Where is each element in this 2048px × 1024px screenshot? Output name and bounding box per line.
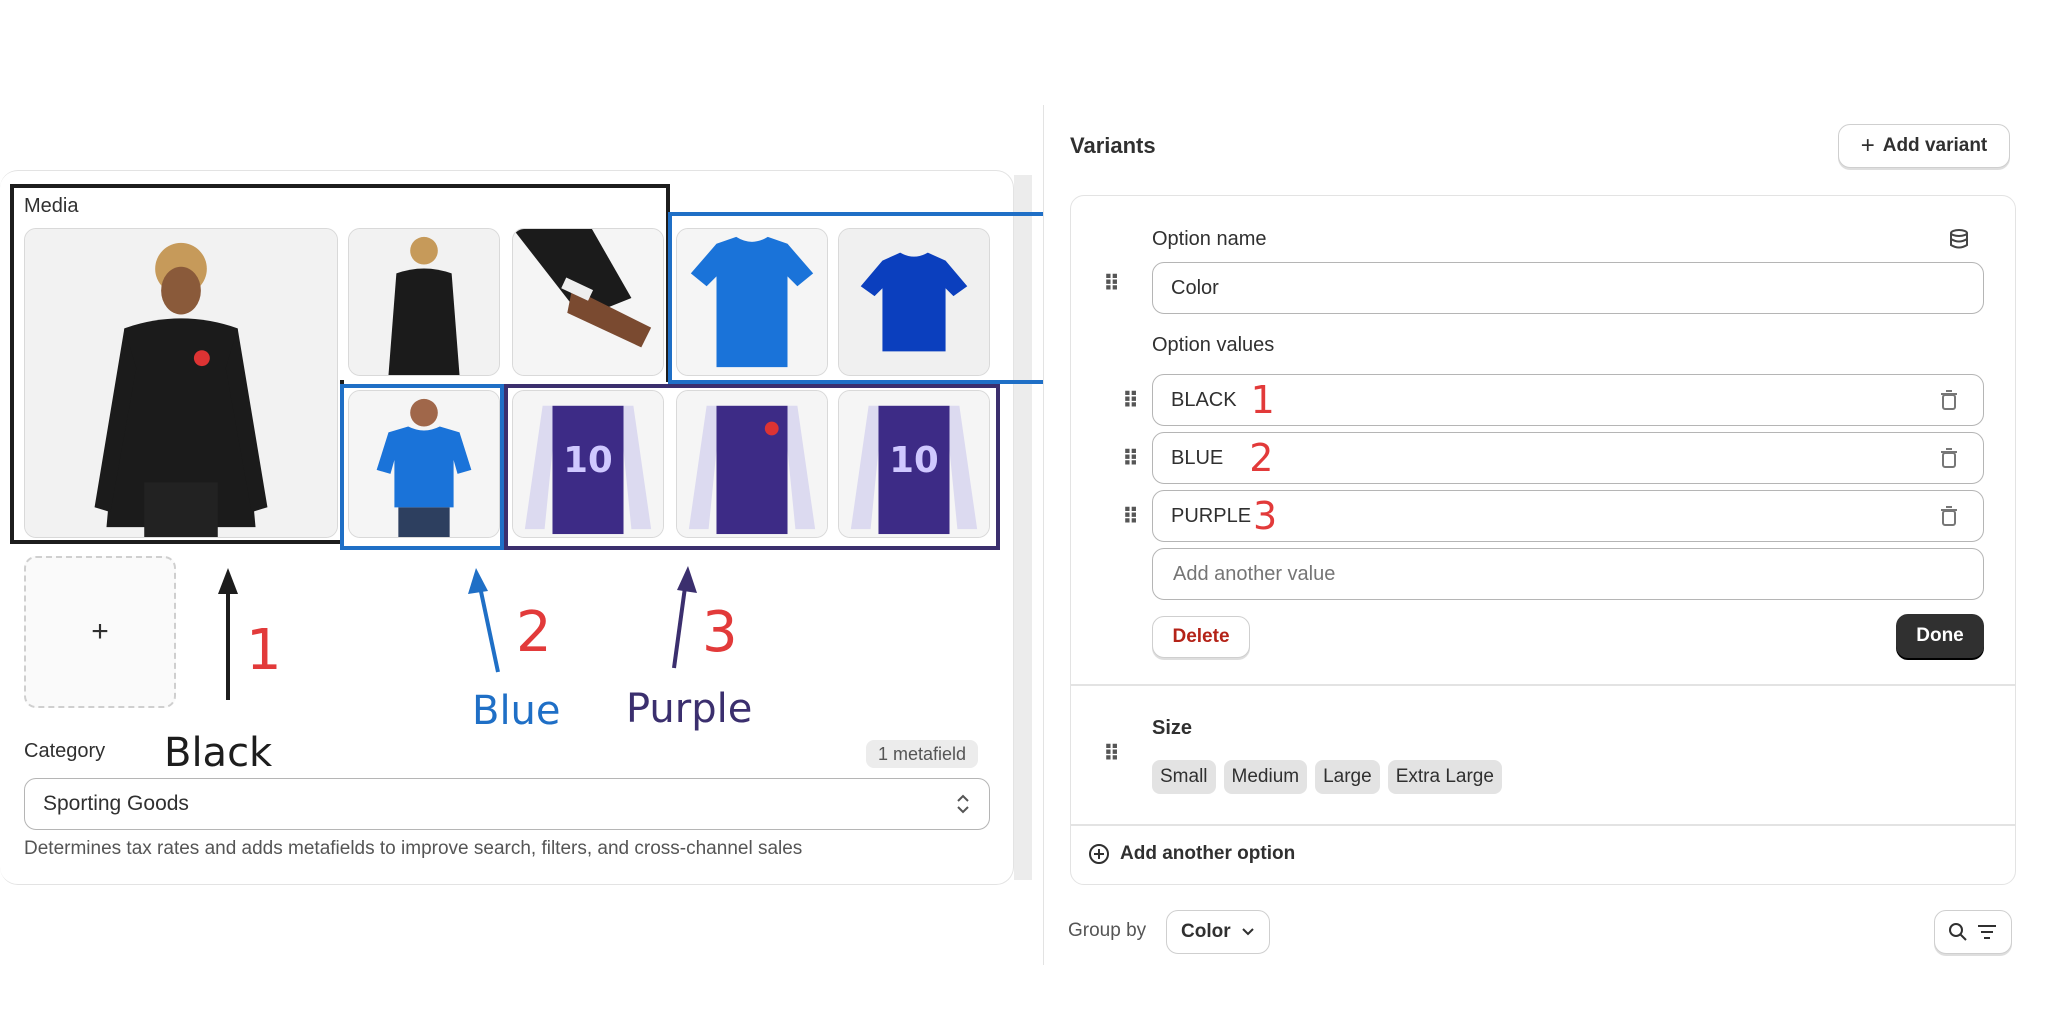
chevron-down-icon xyxy=(1241,928,1254,936)
option-name-value: Color xyxy=(1171,276,1219,299)
size-chip: Medium xyxy=(1223,760,1308,794)
option-value-text: BLUE xyxy=(1171,446,1224,469)
arrow-purple xyxy=(672,579,688,669)
divider xyxy=(1071,824,2015,826)
annotation-frame-blue xyxy=(340,384,504,550)
group-by-label: Group by xyxy=(1068,920,1147,941)
annotation-number-2: 2 xyxy=(516,600,552,665)
annotation-number-3: 3 xyxy=(1253,494,1278,538)
annotation-frame-blue-right xyxy=(668,212,1048,384)
add-value-input[interactable] xyxy=(1152,548,1984,600)
category-label: Category xyxy=(24,740,106,762)
option-value-text: BLACK xyxy=(1171,388,1237,411)
done-button[interactable]: Done xyxy=(1896,614,1984,658)
annotation-label-black: Black xyxy=(164,730,273,776)
option-values-label: Option values xyxy=(1152,334,1275,356)
chevron-updown-icon xyxy=(957,794,969,814)
category-help-text: Determines tax rates and adds metafields… xyxy=(24,838,803,859)
trash-icon[interactable] xyxy=(1939,505,1959,527)
group-by-select[interactable]: Color xyxy=(1166,910,1270,954)
size-chip: Large xyxy=(1315,760,1380,794)
annotation-number-2: 2 xyxy=(1249,436,1274,480)
annotation-number-3: 3 xyxy=(702,600,738,665)
annotation-frame-black-bottom xyxy=(10,380,344,544)
option-value-input-black[interactable]: BLACK 1 xyxy=(1152,374,1984,426)
annotation-frame-purple xyxy=(504,384,1000,550)
drag-handle-icon[interactable]: ⠿ xyxy=(1103,743,1120,765)
drag-handle-icon[interactable]: ⠿ xyxy=(1103,273,1120,295)
drag-handle-icon[interactable]: ⠿ xyxy=(1122,390,1139,412)
add-another-option-label: Add another option xyxy=(1120,843,1296,864)
add-variant-button[interactable]: + Add variant xyxy=(1838,124,2010,168)
database-icon[interactable] xyxy=(1948,228,1970,250)
option-name-input[interactable]: Color xyxy=(1152,262,1984,314)
filter-icon xyxy=(1978,925,1996,939)
category-value: Sporting Goods xyxy=(43,792,189,815)
option-name-label: Option name xyxy=(1152,228,1267,250)
annotation-label-purple: Purple xyxy=(626,686,753,732)
option-value-text: PURPLE xyxy=(1171,504,1252,527)
option-value-input-purple[interactable]: PURPLE 3 xyxy=(1152,490,1984,542)
metafield-badge[interactable]: 1 metafield xyxy=(866,740,979,768)
drag-handle-icon[interactable]: ⠿ xyxy=(1122,448,1139,470)
delete-option-button[interactable]: Delete xyxy=(1152,616,1250,658)
arrow-blue xyxy=(477,581,500,673)
plus-circle-icon xyxy=(1089,844,1109,864)
plus-icon: + xyxy=(1860,132,1875,159)
variants-title: Variants xyxy=(1070,133,1156,158)
size-chip-list: Small Medium Large Extra Large xyxy=(1152,760,1502,794)
group-by-value: Color xyxy=(1181,921,1231,942)
search-filter-button[interactable] xyxy=(1934,910,2012,954)
add-variant-label: Add variant xyxy=(1882,135,1988,156)
divider xyxy=(1071,684,2015,686)
search-icon xyxy=(1949,923,1967,941)
size-chip: Extra Large xyxy=(1387,760,1502,794)
annotation-number-1: 1 xyxy=(1250,378,1275,422)
trash-icon[interactable] xyxy=(1939,389,1959,411)
category-select[interactable]: Sporting Goods xyxy=(24,778,990,830)
option-value-input-blue[interactable]: BLUE 2 xyxy=(1152,432,1984,484)
annotation-frame-black-top xyxy=(10,184,670,382)
drag-handle-icon[interactable]: ⠿ xyxy=(1122,506,1139,528)
size-chip: Small xyxy=(1152,760,1216,794)
annotation-number-1: 1 xyxy=(246,618,282,683)
annotation-label-blue: Blue xyxy=(472,688,561,734)
trash-icon[interactable] xyxy=(1939,447,1959,469)
size-option-label: Size xyxy=(1152,717,1193,739)
add-another-option-button[interactable]: Add another option xyxy=(1088,843,1295,865)
add-value-field[interactable] xyxy=(1171,561,1965,587)
